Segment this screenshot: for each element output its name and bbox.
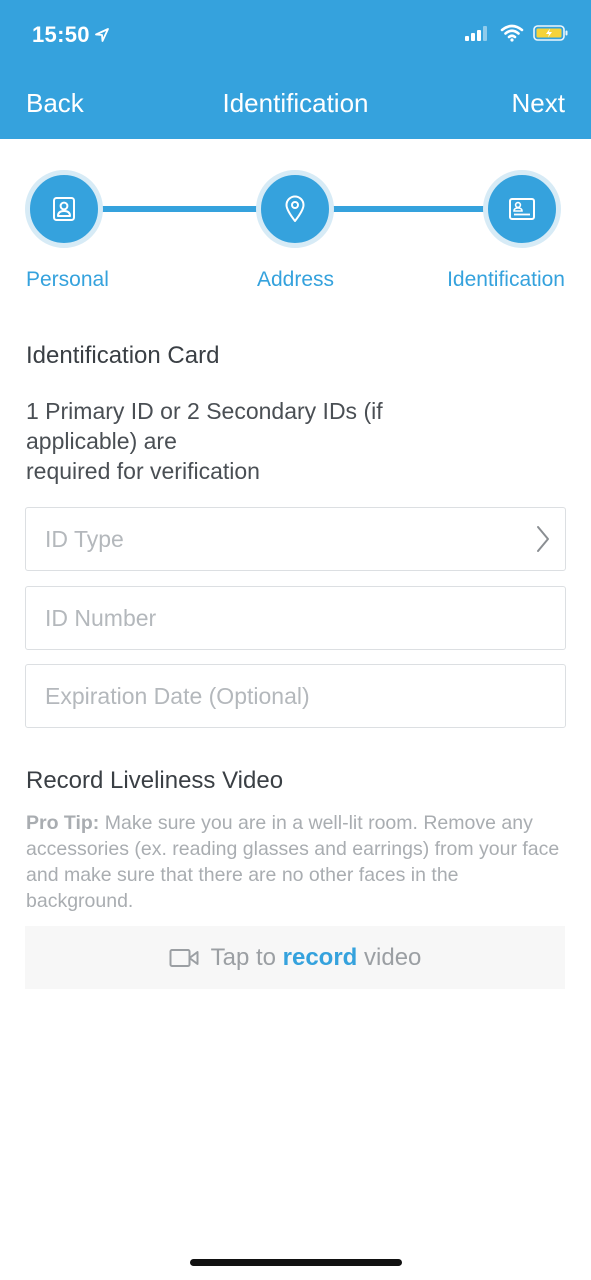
step-connector [326,206,494,212]
id-section-description: 1 Primary ID or 2 Secondary IDs (if appl… [26,396,446,486]
app-header: 15:50 Back Identification Next [0,0,591,139]
pro-tip-text: Pro Tip: Make sure you are in a well-lit… [26,810,571,914]
next-button[interactable]: Next [512,88,565,119]
status-time: 15:50 [32,22,110,48]
id-section-title: Identification Card [26,342,220,369]
progress-stepper: Personal Address Identification [0,166,591,306]
id-type-select[interactable]: ID Type [25,507,566,571]
location-pin-icon [285,195,305,222]
status-time-text: 15:50 [32,22,90,47]
video-camera-icon [169,948,199,967]
expiration-date-field[interactable]: Expiration Date (Optional) [25,664,566,728]
wifi-icon [500,24,524,42]
battery-charging-icon [533,25,568,41]
step-address[interactable] [256,170,334,248]
step-connector [96,206,264,212]
chevron-right-icon [537,526,549,552]
home-indicator[interactable] [190,1259,402,1266]
person-card-icon [53,197,75,221]
id-number-placeholder: ID Number [45,604,157,631]
location-arrow-icon [94,28,109,42]
id-card-icon [509,198,535,220]
id-number-field[interactable]: ID Number [25,586,566,650]
description-line: applicable) are [26,428,177,454]
id-type-placeholder: ID Type [45,525,124,552]
back-button[interactable]: Back [26,88,84,119]
record-button-label: Tap to record video [211,944,422,972]
record-label-highlight: record [282,943,358,971]
pro-tip-body: Make sure you are in a well-lit room. Re… [26,812,560,912]
status-icons [465,24,569,42]
record-label-prefix: Tap to [210,943,283,971]
expiration-date-placeholder: Expiration Date (Optional) [45,682,310,709]
step-personal[interactable] [25,170,103,248]
pro-tip-label: Pro Tip: [26,812,100,834]
description-line: 1 Primary ID or 2 Secondary IDs (if [26,398,383,424]
step-label-identification: Identification [447,268,565,291]
description-line: required for verification [26,458,260,484]
record-video-button[interactable]: Tap to record video [25,926,565,989]
video-section-title: Record Liveliness Video [26,767,284,794]
record-label-suffix: video [357,943,422,971]
signal-icon [465,26,487,41]
step-identification[interactable] [483,170,561,248]
page-title: Identification [222,88,369,118]
